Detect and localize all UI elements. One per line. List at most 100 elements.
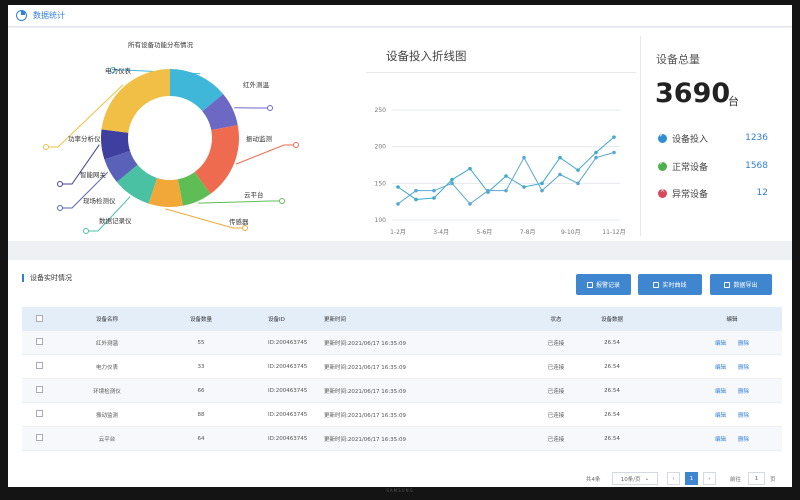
row-select-cell: [22, 362, 58, 371]
donut-label: 振动监测: [246, 135, 272, 143]
x-tick-label: 7-8月: [520, 229, 536, 236]
table-row: 环境检测仪 66 ID:200463745 更新时间:2021/06/17 16:35…: [22, 379, 782, 403]
data-point: [576, 168, 580, 172]
edit-link[interactable]: 编辑: [715, 365, 726, 371]
row-actions: 编辑 删除: [642, 339, 782, 347]
x-tick-label: 3-4月: [433, 229, 449, 236]
stat-value: 1568: [745, 161, 768, 171]
x-tick-label: 11-12月: [602, 229, 625, 236]
monitor-brand: SAMSUNG: [386, 488, 414, 493]
device-id: ID:200463745: [268, 339, 308, 346]
donut-label: 云平台: [244, 191, 264, 199]
row-select-cell: [22, 434, 58, 443]
alarm-record-button[interactable]: 报警记录: [576, 274, 631, 295]
device-name: 电力仪表: [95, 364, 118, 371]
table-body: 红外测温 55 ID:200463745 更新时间:2021/06/17 16:35:…: [22, 331, 782, 451]
line-chart-divider: [366, 72, 636, 73]
goto-label: 前往: [730, 477, 742, 483]
realtime-panel: 设备实时情况 报警记录 实时曲线 数据导出 设备名称 设备数量 设备ID 更新时…: [8, 260, 792, 487]
data-point: [594, 155, 598, 160]
column-header: 设备名称: [95, 317, 118, 323]
donut-label: 智能网关: [80, 171, 106, 179]
data-point: [612, 135, 616, 139]
prev-page-button[interactable]: ‹: [667, 472, 680, 485]
data-export-button[interactable]: 数据导出: [710, 274, 772, 295]
table-row: 电力仪表 33 ID:200463745 更新时间:2021/06/17 16:35:…: [22, 355, 782, 379]
data-point: [432, 188, 436, 193]
column-header: 状态: [550, 317, 562, 323]
device-id: ID:200463745: [268, 435, 308, 442]
row-checkbox[interactable]: [36, 434, 43, 441]
panel-divider: [640, 36, 641, 236]
donut-leader-line: [235, 144, 294, 165]
stat-label: 异常设备: [672, 189, 709, 200]
stat-label: 正常设备: [672, 162, 709, 173]
delete-link[interactable]: 删除: [738, 365, 749, 371]
chevron-down-icon: ⌄: [644, 475, 650, 482]
edit-link[interactable]: 编辑: [715, 341, 726, 347]
donut-label: 功率分析仪: [68, 135, 101, 143]
data-point: [414, 197, 418, 202]
device-distribution-donut: [43, 67, 299, 234]
donut-label: 现场检测仪: [83, 197, 116, 205]
page-1-button[interactable]: 1: [685, 472, 698, 485]
alarm-record-label: 报警记录: [595, 282, 620, 289]
device-data: 26.54: [604, 411, 620, 418]
delete-link[interactable]: 删除: [738, 341, 749, 347]
device-name: 环境检测仪: [93, 388, 121, 395]
next-page-button[interactable]: ›: [703, 472, 716, 485]
donut-leader-dot: [293, 142, 299, 148]
select-all-checkbox[interactable]: [36, 314, 43, 322]
donut-leader-dot: [57, 181, 63, 187]
page-size-select[interactable]: 10条/页 ⌄: [612, 472, 658, 485]
device-status: 已连接: [547, 436, 565, 443]
line-chart-title: 设备投入折线图: [386, 49, 467, 63]
row-checkbox[interactable]: [36, 410, 43, 417]
data-point: [396, 185, 400, 189]
stat-normal-devices: 正常设备 1568: [658, 159, 778, 173]
data-export-label: 数据导出: [733, 282, 758, 289]
delete-link[interactable]: 删除: [738, 437, 749, 443]
edit-link[interactable]: 编辑: [715, 413, 726, 419]
goto-page-input[interactable]: 1: [748, 472, 765, 485]
device-status: 已连接: [547, 340, 565, 347]
page-title: 数据统计: [33, 11, 65, 20]
column-header: 编辑: [726, 317, 738, 323]
update-time: 更新时间:2021/06/17 16:35:09: [324, 340, 407, 347]
realtime-curve-button[interactable]: 实时曲线: [638, 274, 702, 295]
row-checkbox[interactable]: [36, 338, 43, 345]
device-count: 64: [197, 435, 205, 442]
data-point: [432, 196, 436, 200]
chart-icon: [653, 281, 660, 288]
delete-link[interactable]: 删除: [738, 413, 749, 419]
row-checkbox[interactable]: [36, 386, 43, 393]
device-status: 已连接: [547, 364, 565, 371]
data-point: [558, 155, 562, 160]
pie-chart-icon: [16, 10, 27, 21]
row-checkbox[interactable]: [36, 362, 43, 369]
column-header: 设备数据: [600, 317, 623, 323]
data-point: [522, 185, 526, 189]
device-count: 33: [197, 363, 205, 370]
select-all-cell: [22, 314, 58, 324]
device-input-line-chart: 100 150 200 250 1-2月 3-4月 5-6月 7-8月 9-10月 11-12月: [375, 107, 626, 236]
device-status: 已连接: [547, 388, 565, 395]
stat-value: 12: [756, 188, 768, 198]
x-tick-label: 9-10月: [561, 229, 581, 236]
data-point: [504, 174, 508, 178]
page-unit-label: 页: [770, 477, 776, 483]
row-select-cell: [22, 410, 58, 419]
column-header: 设备ID: [268, 317, 285, 323]
update-time: 更新时间:2021/06/17 16:35:09: [324, 412, 407, 419]
edit-link[interactable]: 编辑: [715, 437, 726, 443]
y-tick-label: 100: [375, 217, 387, 224]
column-header: 设备数量: [189, 317, 212, 323]
row-actions: 编辑 删除: [642, 363, 782, 371]
delete-link[interactable]: 删除: [738, 389, 749, 395]
edit-link[interactable]: 编辑: [715, 389, 726, 395]
donut-leader-dot: [57, 205, 63, 211]
donut-label: 数据记录仪: [99, 217, 132, 225]
device-name: 振动监测: [95, 412, 118, 419]
device-name: 红外测温: [95, 340, 118, 347]
total-devices-label: 设备总量: [656, 53, 700, 66]
